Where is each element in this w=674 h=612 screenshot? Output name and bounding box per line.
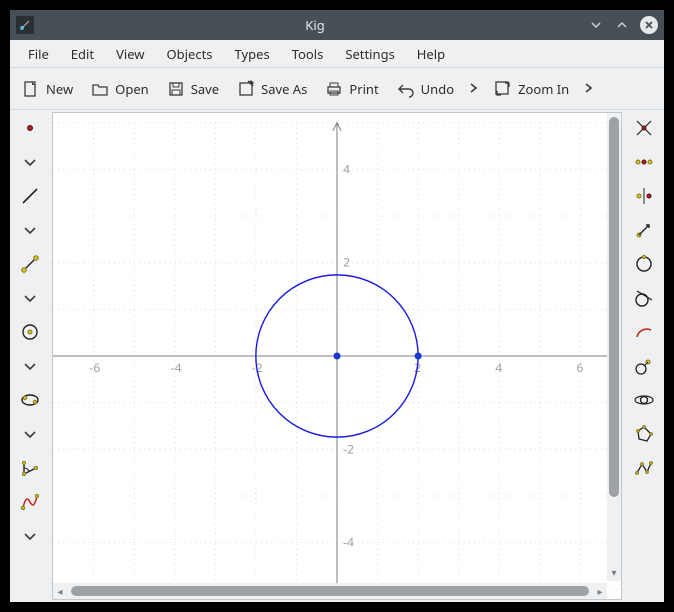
- save-label: Save: [191, 80, 219, 98]
- svg-text:2: 2: [343, 254, 350, 271]
- zoom-in-button[interactable]: Zoom In: [486, 76, 577, 102]
- coordinate-plane: -6-4-224642-2-4: [53, 113, 621, 599]
- scroll-right-icon[interactable]: ▸: [593, 584, 607, 598]
- open-label: Open: [115, 80, 149, 98]
- undo-button[interactable]: Undo: [389, 76, 462, 102]
- titlebar: Kig: [10, 10, 664, 40]
- tool-tangent-icon[interactable]: [630, 284, 658, 312]
- svg-text:-4: -4: [343, 534, 354, 551]
- print-label: Print: [349, 80, 378, 98]
- svg-text:-4: -4: [171, 359, 182, 376]
- new-button[interactable]: New: [14, 76, 81, 102]
- menu-objects[interactable]: Objects: [157, 42, 223, 66]
- new-label: New: [46, 80, 73, 98]
- menu-tools[interactable]: Tools: [282, 42, 334, 66]
- save-icon: [167, 80, 185, 98]
- svg-text:-6: -6: [90, 359, 101, 376]
- print-icon: [325, 80, 343, 98]
- maximize-button[interactable]: [614, 17, 630, 33]
- toolbar-overflow-icon[interactable]: [579, 76, 599, 102]
- hscroll-thumb[interactable]: [71, 586, 589, 596]
- zoom-in-label: Zoom In: [518, 80, 569, 98]
- vertical-scrollbar[interactable]: ▾: [607, 113, 621, 581]
- undo-icon: [397, 80, 415, 98]
- window-title: Kig: [42, 16, 588, 34]
- open-button[interactable]: Open: [83, 76, 157, 102]
- save-button[interactable]: Save: [159, 76, 227, 102]
- menu-types[interactable]: Types: [225, 42, 280, 66]
- svg-text:4: 4: [343, 160, 350, 177]
- svg-text:-2: -2: [343, 440, 354, 457]
- canvas[interactable]: -6-4-224642-2-4 ▾ ◂ ▸: [53, 113, 621, 599]
- window-controls: [588, 16, 658, 34]
- menu-view[interactable]: View: [106, 42, 154, 66]
- tool-angle-icon[interactable]: [16, 454, 44, 482]
- content-area: -6-4-224642-2-4 ▾ ◂ ▸: [10, 110, 664, 602]
- close-button[interactable]: [640, 16, 658, 34]
- menu-help[interactable]: Help: [407, 42, 455, 66]
- zoom-in-icon: [494, 80, 512, 98]
- tool-conic-dropdown-icon[interactable]: [16, 420, 44, 448]
- right-toolbar: [624, 110, 664, 602]
- new-file-icon: [22, 80, 40, 98]
- tool-intersection-icon[interactable]: [630, 114, 658, 142]
- tool-segment-icon[interactable]: [16, 250, 44, 278]
- tool-polygon-icon[interactable]: [630, 420, 658, 448]
- menubar: File Edit View Objects Types Tools Setti…: [10, 40, 664, 68]
- svg-text:6: 6: [576, 359, 583, 376]
- tool-vector-icon[interactable]: [630, 216, 658, 244]
- menu-edit[interactable]: Edit: [61, 42, 104, 66]
- scroll-down-icon[interactable]: ▾: [607, 565, 621, 579]
- app-icon: [16, 16, 34, 34]
- open-folder-icon: [91, 80, 109, 98]
- tool-line-icon[interactable]: [16, 182, 44, 210]
- print-button[interactable]: Print: [317, 76, 386, 102]
- minimize-button[interactable]: [588, 17, 604, 33]
- save-as-label: Save As: [261, 80, 307, 98]
- menu-file[interactable]: File: [18, 42, 59, 66]
- horizontal-scrollbar[interactable]: ◂ ▸: [53, 583, 607, 599]
- tool-point-dropdown-icon[interactable]: [16, 148, 44, 176]
- vscroll-thumb[interactable]: [609, 117, 619, 497]
- tool-reflection-icon[interactable]: [630, 182, 658, 210]
- tool-orbit-icon[interactable]: [630, 386, 658, 414]
- svg-text:4: 4: [495, 359, 502, 376]
- tool-bezier-dropdown-icon[interactable]: [16, 522, 44, 550]
- tool-polyline-icon[interactable]: [630, 454, 658, 482]
- tool-arc-icon[interactable]: [630, 318, 658, 346]
- tool-circle-center-icon[interactable]: [16, 318, 44, 346]
- scroll-left-icon[interactable]: ◂: [53, 584, 67, 598]
- main-toolbar: New Open Save Save As Print Undo Zoom In: [10, 68, 664, 110]
- app-window: Kig File Edit View Objects Types Tools S…: [10, 10, 664, 602]
- tool-bezier-icon[interactable]: [16, 488, 44, 516]
- canvas-frame: -6-4-224642-2-4 ▾ ◂ ▸: [52, 112, 622, 600]
- tool-circle3pts-icon[interactable]: [630, 250, 658, 278]
- tool-circle-dropdown-icon[interactable]: [16, 352, 44, 380]
- save-as-button[interactable]: Save As: [229, 76, 315, 102]
- tool-locus-icon[interactable]: [630, 352, 658, 380]
- tool-point-icon[interactable]: [16, 114, 44, 142]
- save-as-icon: [237, 80, 255, 98]
- left-toolbar: [10, 110, 50, 602]
- tool-conic-icon[interactable]: [16, 386, 44, 414]
- toolbar-next-icon[interactable]: [464, 76, 484, 102]
- tool-midpoint-icon[interactable]: [630, 148, 658, 176]
- undo-label: Undo: [421, 80, 454, 98]
- menu-settings[interactable]: Settings: [335, 42, 404, 66]
- tool-line-dropdown-icon[interactable]: [16, 216, 44, 244]
- tool-segment-dropdown-icon[interactable]: [16, 284, 44, 312]
